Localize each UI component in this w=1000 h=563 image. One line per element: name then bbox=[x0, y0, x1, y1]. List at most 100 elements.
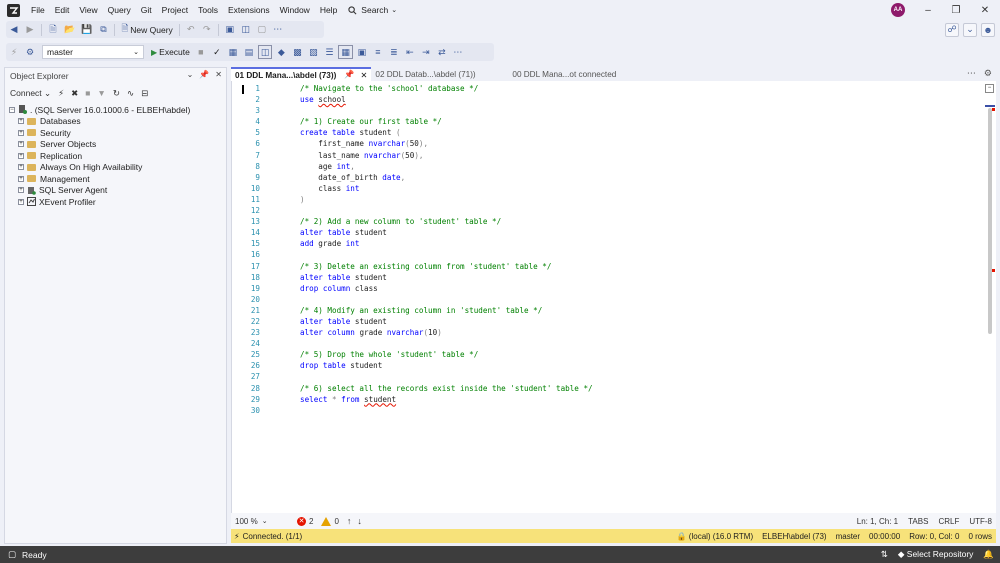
sql-editor[interactable]: 1 2 3 4 5 6 7 8 9 10 11 12 13 14 15 16 17 18 19 20 21 22 23 24 2… bbox=[231, 81, 996, 513]
select-repository[interactable]: ◆ Select Repository bbox=[898, 549, 974, 560]
code-line[interactable]: ) bbox=[300, 194, 980, 205]
execute-button[interactable]: ▶ Execute bbox=[148, 47, 193, 57]
tab-01-ddl[interactable]: 01 DDL Mana...\abdel (73)) 📌 ✕ bbox=[231, 67, 372, 81]
code-line[interactable]: drop column class bbox=[300, 283, 980, 294]
client-stats-icon[interactable]: ▧ bbox=[306, 45, 320, 59]
tree-item-always-on[interactable]: + Always On High Availability bbox=[5, 162, 226, 174]
menu-edit[interactable]: Edit bbox=[50, 5, 75, 15]
database-select[interactable]: master ⌄ bbox=[42, 45, 144, 59]
code-line[interactable]: select * from student bbox=[300, 394, 980, 405]
encoding[interactable]: UTF-8 bbox=[969, 517, 992, 526]
code-line[interactable] bbox=[300, 405, 980, 416]
code-line[interactable]: /* 6) select all the records exist insid… bbox=[300, 383, 980, 394]
menu-view[interactable]: View bbox=[74, 5, 102, 15]
menu-project[interactable]: Project bbox=[157, 5, 193, 15]
expand-toggle-icon[interactable]: + bbox=[18, 118, 24, 125]
search-menu[interactable]: Search ⌄ bbox=[348, 5, 397, 15]
actual-plan-icon[interactable]: ◆ bbox=[274, 45, 288, 59]
results-file-icon[interactable]: ▣ bbox=[355, 45, 369, 59]
pin-icon[interactable]: 📌 bbox=[344, 70, 354, 80]
code-line[interactable]: alter table student bbox=[300, 272, 980, 283]
tree-item-databases[interactable]: + Databases bbox=[5, 116, 226, 128]
indent-icon[interactable]: ⇥ bbox=[419, 45, 433, 59]
split-editor-icon[interactable]: − bbox=[985, 84, 994, 93]
tab-overflow-icon[interactable]: ⋯ bbox=[967, 68, 976, 79]
save-icon[interactable]: 💾 bbox=[79, 23, 94, 37]
settings-icon[interactable]: ⚙ bbox=[984, 68, 992, 79]
code-line[interactable] bbox=[300, 249, 980, 260]
activity-monitor-icon[interactable]: ▣ bbox=[223, 23, 237, 37]
connect-icon[interactable]: ⚡ bbox=[7, 45, 21, 59]
code-line[interactable]: date_of_birth date, bbox=[300, 172, 980, 183]
menu-extensions[interactable]: Extensions bbox=[223, 5, 275, 15]
code-line[interactable]: /* Navigate to the 'school' database */ bbox=[300, 83, 980, 94]
code-line[interactable]: last_name nvarchar(50), bbox=[300, 150, 980, 161]
code-line[interactable] bbox=[300, 205, 980, 216]
forward-icon[interactable]: ▶ bbox=[23, 23, 37, 37]
code-line[interactable] bbox=[300, 294, 980, 305]
warning-count[interactable]: 0 bbox=[321, 516, 339, 526]
change-connection-icon[interactable]: ⚙ bbox=[23, 45, 37, 59]
pin-icon[interactable]: 📌 bbox=[199, 70, 209, 79]
expand-toggle-icon[interactable]: + bbox=[18, 152, 24, 159]
notifications-icon[interactable]: 🔔 bbox=[983, 549, 994, 560]
filter-icon[interactable]: ▼ bbox=[97, 88, 105, 98]
chevron-down-icon[interactable]: ⌄ bbox=[187, 70, 194, 79]
expand-toggle-icon[interactable]: + bbox=[18, 187, 24, 194]
source-control-icon[interactable]: ⇅ bbox=[881, 549, 888, 560]
code-line[interactable]: drop table student bbox=[300, 360, 980, 371]
disconnect-icon[interactable]: ✖ bbox=[71, 88, 78, 99]
avatar[interactable]: AA bbox=[891, 3, 905, 17]
results-text-icon[interactable]: ☰ bbox=[322, 45, 336, 59]
menu-query[interactable]: Query bbox=[103, 5, 136, 15]
code-line[interactable]: /* 5) Drop the whole 'student' table */ bbox=[300, 349, 980, 360]
tree-item-server-objects[interactable]: + Server Objects bbox=[5, 139, 226, 151]
specify-values-icon[interactable]: ⇄ bbox=[435, 45, 449, 59]
code-line[interactable] bbox=[300, 371, 980, 382]
refresh-icon[interactable]: ↻ bbox=[113, 88, 120, 99]
scrollbar-thumb[interactable] bbox=[988, 108, 992, 334]
code-line[interactable]: alter table student bbox=[300, 316, 980, 327]
expand-toggle-icon[interactable]: + bbox=[18, 198, 24, 205]
tree-item-replication[interactable]: + Replication bbox=[5, 150, 226, 162]
connect-icon[interactable]: ⚡ bbox=[58, 88, 64, 99]
tab-00-ddl[interactable]: 00 DDL Mana...ot connected bbox=[508, 67, 620, 81]
object-explorer-icon[interactable]: ◫ bbox=[239, 23, 253, 37]
query-designer-icon[interactable]: ▤ bbox=[242, 45, 256, 59]
code-line[interactable]: alter table student bbox=[300, 227, 980, 238]
menu-help[interactable]: Help bbox=[315, 5, 342, 15]
tree-item-xevent-profiler[interactable]: + XEvent Profiler bbox=[5, 196, 226, 208]
redo-icon[interactable]: ↷ bbox=[200, 23, 214, 37]
code-area[interactable]: /* Navigate to the 'school' database */u… bbox=[300, 83, 980, 416]
code-line[interactable]: use school bbox=[300, 94, 980, 105]
comment-icon[interactable]: ≡ bbox=[371, 45, 385, 59]
zoom-select[interactable]: 100 % ⌄ bbox=[235, 517, 283, 526]
parse-check-icon[interactable]: ✓ bbox=[210, 45, 224, 59]
tree-server-node[interactable]: − . (SQL Server 16.0.1000.6 - ELBEH\abde… bbox=[5, 104, 226, 116]
collapse-icon[interactable]: ⊟ bbox=[141, 88, 148, 99]
live-stats-icon[interactable]: ▩ bbox=[290, 45, 304, 59]
next-issue-icon[interactable]: ↓ bbox=[357, 516, 362, 526]
indent-mode[interactable]: TABS bbox=[908, 517, 928, 526]
collapse-toggle-icon[interactable]: − bbox=[9, 106, 15, 113]
code-line[interactable]: /* 2) Add a new column to 'student' tabl… bbox=[300, 216, 980, 227]
dropdown-chevron-icon[interactable]: ⌄ bbox=[963, 22, 977, 37]
open-file-icon[interactable]: 📂 bbox=[62, 23, 77, 37]
tab-02-ddl[interactable]: 02 DDL Datab...\abdel (71)) bbox=[371, 67, 508, 81]
expand-toggle-icon[interactable]: + bbox=[18, 141, 24, 148]
feedback-icon[interactable]: ☻ bbox=[981, 22, 995, 37]
tree-item-sql-agent[interactable]: + SQL Server Agent bbox=[5, 185, 226, 197]
expand-toggle-icon[interactable]: + bbox=[18, 129, 24, 136]
close-button[interactable]: ✕ bbox=[975, 2, 995, 18]
outdent-icon[interactable]: ⇤ bbox=[403, 45, 417, 59]
vertical-scrollbar[interactable] bbox=[985, 96, 995, 512]
code-line[interactable] bbox=[300, 105, 980, 116]
stop-icon[interactable]: ■ bbox=[194, 45, 208, 59]
previous-issue-icon[interactable]: ↑ bbox=[347, 516, 352, 526]
close-icon[interactable]: ✕ bbox=[215, 70, 222, 79]
code-line[interactable]: age int, bbox=[300, 161, 980, 172]
cursor-position[interactable]: Ln: 1, Ch: 1 bbox=[857, 517, 898, 526]
code-line[interactable]: /* 1) Create our first table */ bbox=[300, 116, 980, 127]
more-icon[interactable]: ⋯ bbox=[451, 45, 465, 59]
tree-item-security[interactable]: + Security bbox=[5, 127, 226, 139]
